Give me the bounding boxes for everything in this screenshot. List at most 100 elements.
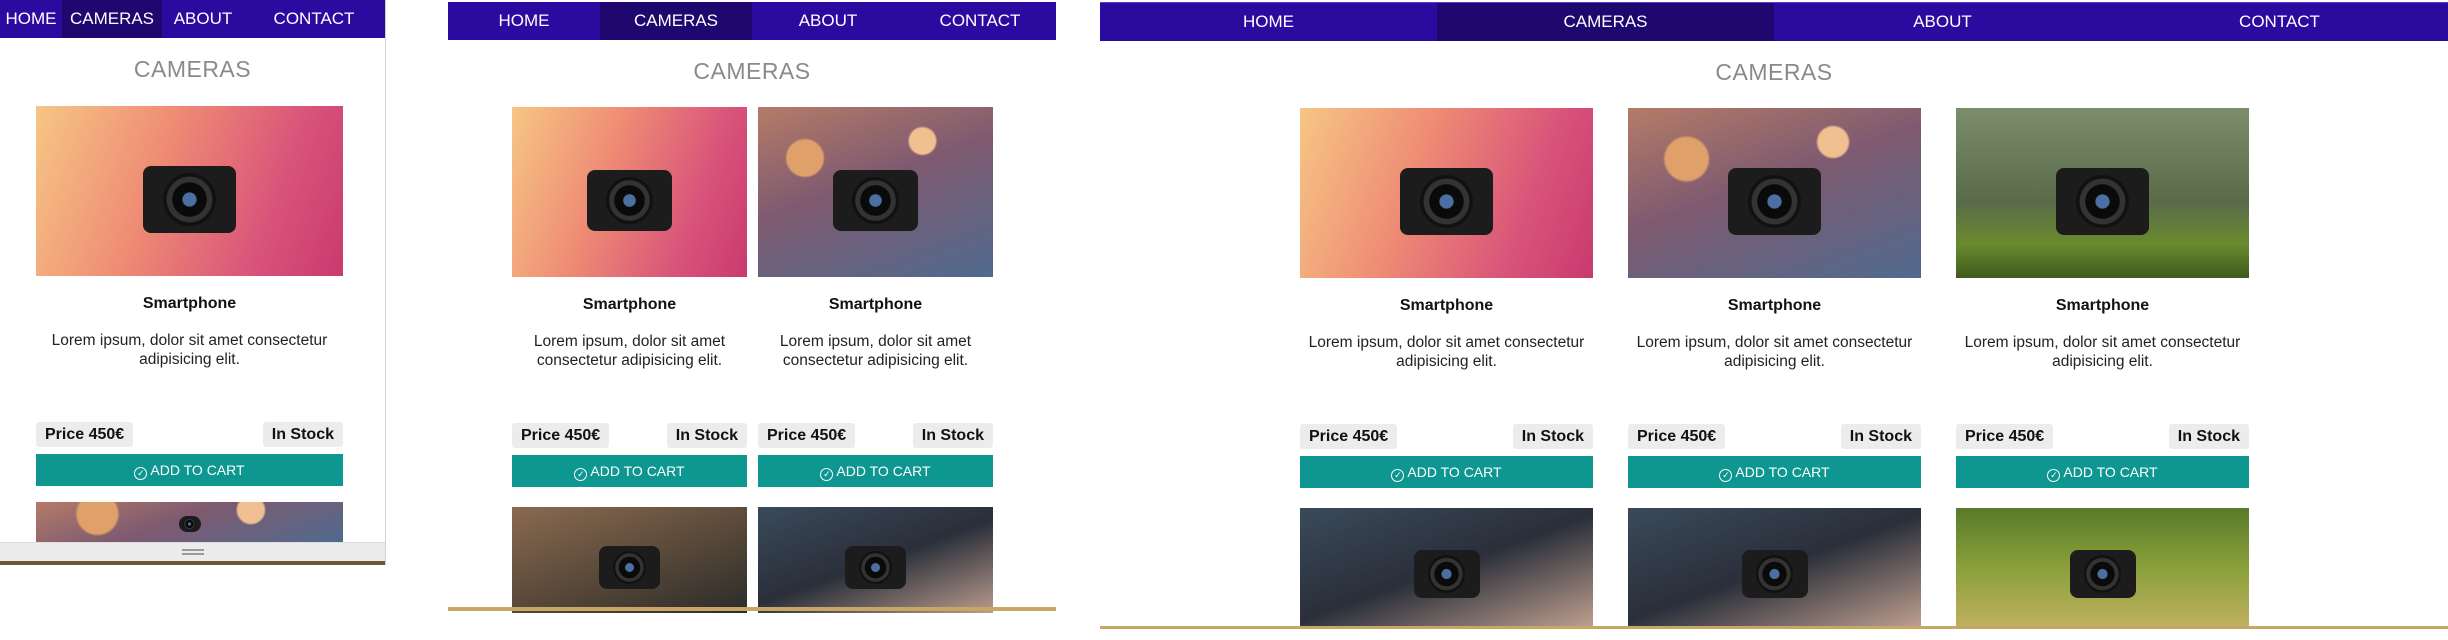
product-name: Smartphone <box>828 296 923 313</box>
camera-lens-shape <box>605 176 654 225</box>
nav-about[interactable]: ABOUT <box>1774 3 2111 41</box>
product-description: Lorem ipsum, dolor sit amet consectetur … <box>51 332 328 368</box>
camera-body-shape <box>1741 550 1808 598</box>
page-bottom-edge <box>0 561 385 565</box>
camera-body-shape <box>142 165 237 234</box>
camera-lens-shape <box>163 173 216 226</box>
product-grid: Smartphone Lorem ipsum, dolor sit amet c… <box>512 107 993 613</box>
stock-badge: In Stock <box>1512 424 1593 449</box>
product-card: Smartphone Lorem ipsum, dolor sit amet c… <box>1628 108 1921 488</box>
stock-badge: In Stock <box>666 423 747 448</box>
add-to-cart-label: ADD TO CART <box>150 462 245 478</box>
product-name: Smartphone <box>582 296 677 313</box>
add-to-cart-button[interactable]: ✓ ADD TO CART <box>1300 456 1593 488</box>
product-grid: Smartphone Lorem ipsum, dolor sit amet c… <box>1300 108 2249 628</box>
camera-body-shape <box>845 545 906 590</box>
product-photo <box>1628 108 1921 278</box>
product-card: Smartphone Lorem ipsum, dolor sit amet c… <box>512 107 747 487</box>
camera-lens-shape <box>1420 175 1473 228</box>
product-photo <box>1628 508 1921 628</box>
product-description: Lorem ipsum, dolor sit amet consectetur … <box>1964 334 2241 370</box>
stock-badge: In Stock <box>1840 424 1921 449</box>
desktop-viewport: HOME CAMERAS ABOUT CONTACT CAMERAS Smart… <box>1100 0 2448 630</box>
top-nav: HOME CAMERAS ABOUT CONTACT <box>448 2 1056 40</box>
camera-body-shape <box>833 170 918 231</box>
add-to-cart-button[interactable]: ✓ ADD TO CART <box>1628 456 1921 488</box>
page-bottom-edge <box>1100 626 2448 629</box>
product-photo <box>1300 108 1593 278</box>
add-to-cart-label: ADD TO CART <box>590 463 685 479</box>
price-badge: Price 450€ <box>1956 424 2054 449</box>
product-name: Smartphone <box>2055 297 2150 314</box>
page-title: CAMERAS <box>693 58 811 84</box>
product-card: Smartphone Lorem ipsum, dolor sit amet c… <box>1300 108 1593 488</box>
product-description: Lorem ipsum, dolor sit amet consectetur … <box>1308 334 1585 370</box>
camera-lens-shape <box>612 550 647 585</box>
product-photo <box>1956 508 2249 628</box>
check-circle-icon: ✓ <box>2047 469 2061 482</box>
page-title: CAMERAS <box>1715 59 1833 85</box>
nav-cameras[interactable]: CAMERAS <box>1437 3 1774 41</box>
nav-contact[interactable]: CONTACT <box>244 0 384 38</box>
product-photo <box>36 502 343 542</box>
nav-about[interactable]: ABOUT <box>752 2 904 40</box>
check-circle-icon: ✓ <box>574 468 588 481</box>
add-to-cart-label: ADD TO CART <box>836 463 931 479</box>
product-description: Lorem ipsum, dolor sit amet consectetur … <box>533 333 726 369</box>
camera-body-shape <box>1413 550 1480 598</box>
resize-handle[interactable] <box>0 542 385 561</box>
camera-body-shape <box>2055 167 2150 236</box>
product-name: Smartphone <box>1399 297 1494 314</box>
stock-badge: In Stock <box>2168 424 2249 449</box>
camera-body-shape <box>587 170 672 231</box>
stock-badge: In Stock <box>262 422 343 447</box>
add-to-cart-button[interactable]: ✓ ADD TO CART <box>1956 456 2249 488</box>
price-badge: Price 450€ <box>512 423 610 448</box>
camera-lens-shape <box>1755 555 1794 593</box>
nav-home[interactable]: HOME <box>1100 3 1437 41</box>
camera-body-shape <box>2069 550 2136 598</box>
product-description: Lorem ipsum, dolor sit amet consectetur … <box>1636 334 1913 370</box>
camera-body-shape <box>178 516 201 532</box>
product-photo <box>36 106 343 276</box>
camera-body-shape <box>1399 167 1494 236</box>
tablet-viewport: HOME CAMERAS ABOUT CONTACT CAMERAS Smart… <box>448 0 1056 613</box>
check-circle-icon: ✓ <box>820 468 834 481</box>
nav-about[interactable]: ABOUT <box>162 0 244 38</box>
product-photo <box>512 107 747 277</box>
product-card: Smartphone Lorem ipsum, dolor sit amet c… <box>758 107 993 487</box>
mobile-viewport: HOME CAMERAS ABOUT CONTACT CAMERAS Smart… <box>0 0 386 565</box>
product-photo <box>1300 508 1593 628</box>
product-photo <box>758 507 993 613</box>
stock-badge: In Stock <box>912 423 993 448</box>
nav-contact[interactable]: CONTACT <box>904 2 1056 40</box>
add-to-cart-label: ADD TO CART <box>2063 464 2158 480</box>
product-name: Smartphone <box>142 295 237 312</box>
add-to-cart-button[interactable]: ✓ ADD TO CART <box>758 455 993 487</box>
product-photo <box>758 107 993 277</box>
price-badge: Price 450€ <box>1300 424 1398 449</box>
add-to-cart-label: ADD TO CART <box>1735 464 1830 480</box>
camera-body-shape <box>599 545 660 590</box>
page-title: CAMERAS <box>133 56 252 82</box>
nav-home[interactable]: HOME <box>448 2 600 40</box>
nav-cameras[interactable]: CAMERAS <box>600 2 752 40</box>
camera-lens-shape <box>858 550 893 585</box>
add-to-cart-button[interactable]: ✓ ADD TO CART <box>36 454 343 486</box>
nav-cameras[interactable]: CAMERAS <box>62 0 162 38</box>
add-to-cart-button[interactable]: ✓ ADD TO CART <box>512 455 747 487</box>
product-description: Lorem ipsum, dolor sit amet consectetur … <box>779 333 972 369</box>
camera-lens-shape <box>1427 555 1466 593</box>
camera-lens-shape <box>2076 175 2129 228</box>
check-circle-icon: ✓ <box>1719 469 1733 482</box>
product-photo <box>512 507 747 613</box>
page-bottom-edge <box>448 607 1056 611</box>
nav-home[interactable]: HOME <box>0 0 62 38</box>
top-nav: HOME CAMERAS ABOUT CONTACT <box>0 0 385 38</box>
price-badge: Price 450€ <box>1628 424 1726 449</box>
grip-icon <box>181 549 204 555</box>
check-circle-icon: ✓ <box>1391 469 1405 482</box>
nav-contact[interactable]: CONTACT <box>2111 3 2448 41</box>
camera-lens-shape <box>183 517 196 531</box>
camera-lens-shape <box>851 176 900 225</box>
